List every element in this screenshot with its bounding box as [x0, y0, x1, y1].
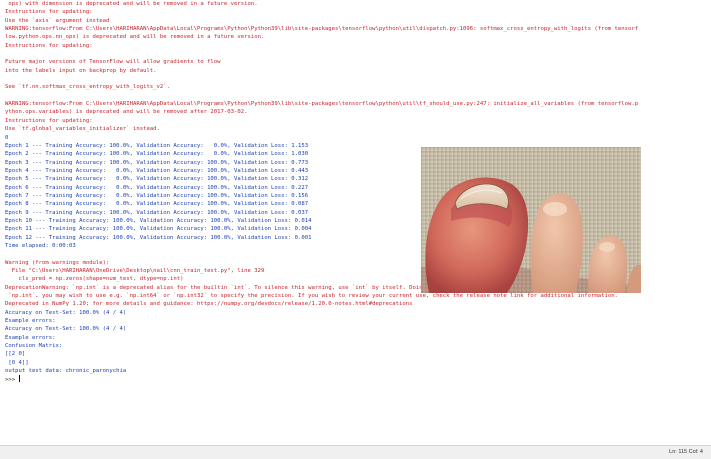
stderr-line: Instructions for updating:	[5, 42, 93, 49]
stdout-line: Accuracy on Test-Set: 100.0% (4 / 4)	[5, 309, 127, 316]
status-bar: Ln: 115 Col: 4	[0, 445, 711, 459]
shell-output-area[interactable]: ops) with dimension is deprecated and wi…	[0, 0, 711, 446]
stderr-line: ython.ops.variables) is deprecated and w…	[5, 109, 248, 116]
stderr-line: Future major versions of TensorFlow will…	[5, 59, 221, 66]
stderr-line: ops) with dimension is deprecated and wi…	[5, 1, 258, 7]
stderr-line	[5, 50, 711, 58]
stdout-line: [0 4]]	[5, 359, 29, 366]
stderr-line: See `tf.nn.softmax_cross_entropy_with_lo…	[5, 84, 171, 91]
stderr-line: low.python.ops.nn_ops) is deprecated and…	[5, 34, 265, 41]
stderr-line: Deprecated in NumPy 1.20; for more detai…	[5, 301, 413, 308]
prompt-text: >>>	[5, 377, 19, 384]
text-cursor	[19, 375, 21, 383]
stdout-line: [[2 0]	[5, 351, 26, 358]
toe-photo-graphic	[421, 147, 641, 293]
stderr-line: Use the `axis` argument instead	[5, 17, 110, 24]
stderr-line: Instructions for updating:	[5, 117, 93, 124]
stderr-line: into the labels input on backprop by def…	[5, 67, 157, 74]
stderr-line: WARNING:tensorflow:From C:\Users\HARIHAR…	[5, 101, 639, 108]
stdout-line: output test data: chronic_paronychia	[5, 368, 127, 375]
stdout-line: Accuracy on Test-Set: 100.0% (4 / 4)	[5, 326, 127, 333]
stderr-line: Instructions for updating:	[5, 9, 93, 16]
cursor-position: Ln: 115 Col: 4	[669, 449, 703, 455]
stdout-line: Confusion Matrix:	[5, 343, 63, 350]
shell-prompt[interactable]: >>>	[5, 375, 711, 383]
stderr-line: `np.int`, you may wish to use e.g. `np.i…	[5, 293, 618, 300]
stderr-line	[5, 92, 711, 100]
stderr-line: WARNING:tensorflow:From C:\Users\HARIHAR…	[5, 26, 639, 33]
stderr-line	[5, 75, 711, 83]
stdout-line: Example errors:	[5, 334, 56, 341]
toe-photo	[421, 147, 641, 293]
stderr-line: Use `tf.global_variables_initializer` in…	[5, 126, 160, 133]
stdout-line: 0	[5, 134, 9, 141]
stdout-line: Example errors:	[5, 318, 56, 325]
